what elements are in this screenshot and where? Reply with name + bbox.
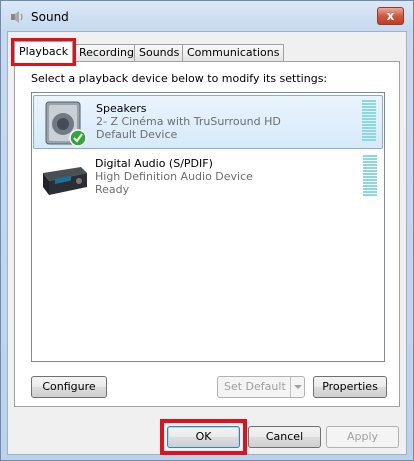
device-item-digital-audio[interactable]: Digital Audio (S/PDIF) High Definition A… (33, 151, 383, 205)
tab-sounds[interactable]: Sounds (134, 44, 185, 62)
device-status: Ready (95, 183, 130, 196)
volume-meter (363, 155, 377, 199)
cancel-button[interactable]: Cancel (248, 426, 321, 448)
device-status: Default Device (96, 128, 178, 141)
close-button[interactable]: x (377, 7, 404, 25)
volume-meter (362, 100, 376, 144)
properties-button[interactable]: Properties (313, 376, 387, 398)
digital-audio-receiver-icon (43, 167, 87, 195)
device-description: 2- Z Cinéma with TruSurround HD (96, 115, 281, 128)
device-name: Digital Audio (S/PDIF) (95, 157, 213, 170)
playback-panel: Select a playback device below to modify… (14, 61, 400, 407)
title-bar[interactable]: Sound x (1, 1, 413, 31)
device-description: High Definition Audio Device (95, 170, 253, 183)
tab-playback[interactable]: Playback (10, 38, 77, 66)
device-name: Speakers (96, 102, 147, 115)
chevron-down-icon (294, 385, 302, 389)
tab-communications[interactable]: Communications (182, 44, 285, 62)
sound-icon (11, 11, 23, 23)
device-list[interactable]: Speakers 2- Z Cinéma with TruSurround HD… (31, 92, 385, 362)
configure-button[interactable]: Configure (31, 376, 107, 398)
ok-highlight-box (160, 419, 247, 455)
dialog-client-area: Playback Recording Sounds Communications… (7, 31, 407, 455)
speaker-icon (45, 101, 87, 147)
window-title: Sound (31, 10, 69, 24)
device-item-speakers[interactable]: Speakers 2- Z Cinéma with TruSurround HD… (33, 95, 383, 149)
set-default-label: Set Default (224, 380, 286, 393)
set-default-button[interactable]: Set Default (217, 376, 305, 398)
apply-button[interactable]: Apply (326, 426, 399, 448)
instruction-text: Select a playback device below to modify… (31, 72, 328, 85)
tab-recording[interactable]: Recording (74, 44, 140, 62)
sound-dialog: Sound x Playback Recording Sounds Commun… (0, 0, 414, 461)
set-default-dropdown[interactable] (290, 377, 304, 397)
